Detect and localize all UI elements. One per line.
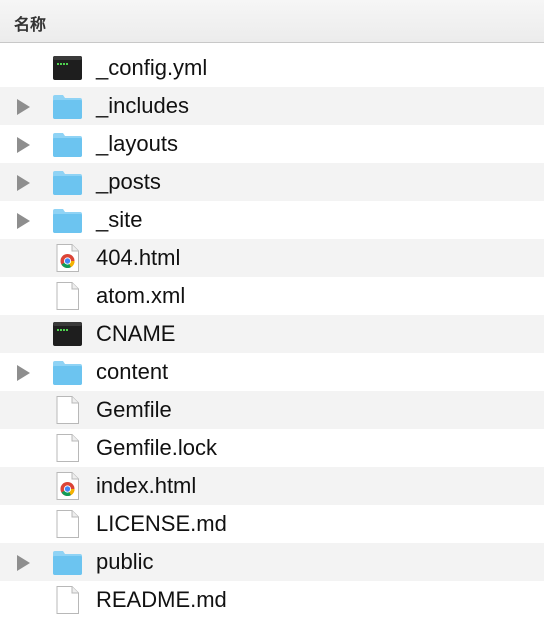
file-name: atom.xml <box>96 283 186 308</box>
name-column-header[interactable]: 名称 <box>14 11 46 35</box>
file-name: LICENSE.md <box>96 511 227 536</box>
file-name: _site <box>96 207 143 232</box>
terminal-file-icon <box>52 320 83 348</box>
file-name: README.md <box>96 587 227 612</box>
document-icon <box>52 586 83 614</box>
folder-icon <box>52 130 83 158</box>
file-row[interactable]: atom.xml <box>0 277 544 315</box>
document-icon <box>52 434 83 462</box>
file-row[interactable]: README.md <box>0 581 544 619</box>
folder-icon <box>52 548 83 576</box>
file-name: index.html <box>96 473 197 498</box>
file-row[interactable]: Gemfile.lock <box>0 429 544 467</box>
file-row[interactable]: _includes <box>0 87 544 125</box>
disclosure-triangle-icon[interactable] <box>17 365 30 381</box>
terminal-file-icon <box>52 54 83 82</box>
file-row[interactable]: Gemfile <box>0 391 544 429</box>
file-name: _posts <box>96 169 161 194</box>
file-name: CNAME <box>96 321 176 346</box>
chrome-html-icon <box>52 472 83 500</box>
disclosure-triangle-icon[interactable] <box>17 213 30 229</box>
file-list: _config.yml _includes _layouts _posts _site 4… <box>0 49 544 619</box>
file-name: _layouts <box>96 131 178 156</box>
file-row[interactable]: 404.html <box>0 239 544 277</box>
file-row[interactable]: content <box>0 353 544 391</box>
column-header[interactable]: 名称 <box>0 0 544 43</box>
document-icon <box>52 396 83 424</box>
disclosure-triangle-icon[interactable] <box>17 99 30 115</box>
file-row[interactable]: _posts <box>0 163 544 201</box>
file-row[interactable]: index.html <box>0 467 544 505</box>
file-name: _includes <box>96 93 189 118</box>
folder-icon <box>52 358 83 386</box>
file-name: content <box>96 359 169 384</box>
disclosure-triangle-icon[interactable] <box>17 175 30 191</box>
file-row[interactable]: CNAME <box>0 315 544 353</box>
folder-icon <box>52 92 83 120</box>
file-row[interactable]: _config.yml <box>0 49 544 87</box>
folder-icon <box>52 206 83 234</box>
file-name: _config.yml <box>96 55 208 80</box>
disclosure-triangle-icon[interactable] <box>17 555 30 571</box>
chrome-html-icon <box>52 244 83 272</box>
file-name: public <box>96 549 154 574</box>
disclosure-triangle-icon[interactable] <box>17 137 30 153</box>
folder-icon <box>52 168 83 196</box>
file-name: 404.html <box>96 245 181 270</box>
file-row[interactable]: LICENSE.md <box>0 505 544 543</box>
file-row[interactable]: _layouts <box>0 125 544 163</box>
file-row[interactable]: public <box>0 543 544 581</box>
document-icon <box>52 510 83 538</box>
file-name: Gemfile.lock <box>96 435 218 460</box>
file-name: Gemfile <box>96 397 172 422</box>
document-icon <box>52 282 83 310</box>
file-row[interactable]: _site <box>0 201 544 239</box>
